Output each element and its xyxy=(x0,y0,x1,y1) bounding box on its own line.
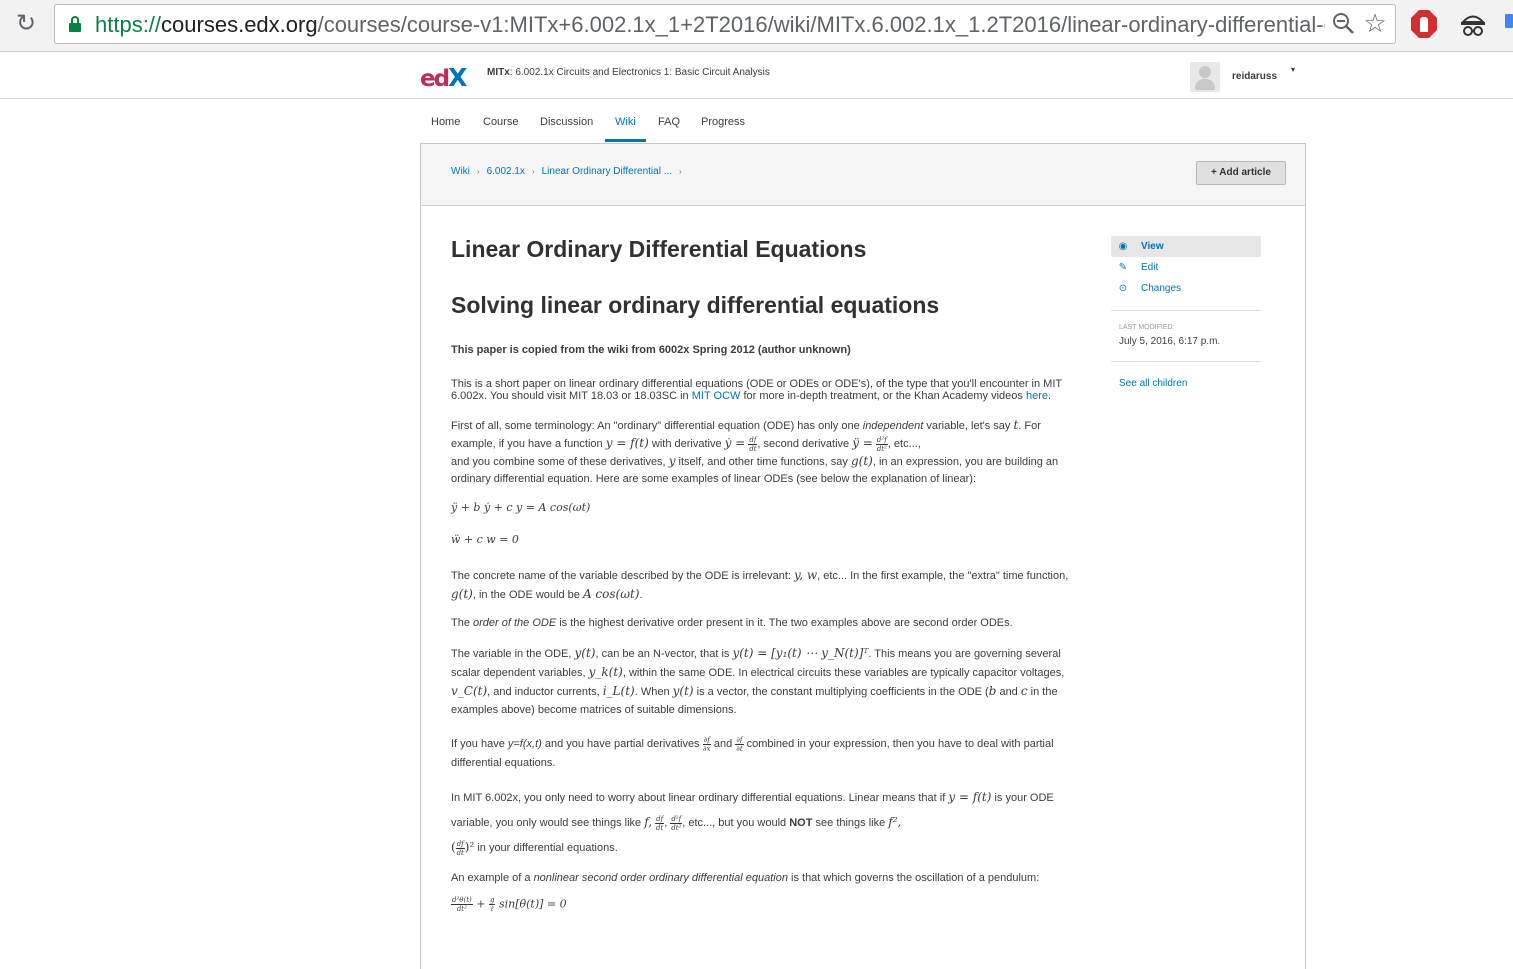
linear-paragraph: In MIT 6.002x, you only need to worry ab… xyxy=(451,790,1054,857)
wiki-panel: Wiki › 6.002.1x › Linear Ordinary Differenti… xyxy=(420,143,1306,969)
course-name: : 6.002.1x Circuits and Electronics 1: B… xyxy=(509,67,770,78)
article-title: Linear Ordinary Differential Equations xyxy=(451,236,867,262)
course-org: MITx xyxy=(487,67,510,78)
breadcrumb-bar: Wiki › 6.002.1x › Linear Ordinary Differenti… xyxy=(421,144,1305,206)
site-header: edX MITx: 6.002.1x Circuits and Electron… xyxy=(0,52,1513,99)
pencil-icon: ✎ xyxy=(1118,262,1128,273)
breadcrumb-article[interactable]: Linear Ordinary Differential ... xyxy=(542,166,672,177)
reload-icon[interactable]: ↻ xyxy=(12,10,40,38)
breadcrumb-course[interactable]: 6.002.1x xyxy=(487,166,525,177)
last-modified-label: LAST MODIFIED: xyxy=(1119,324,1175,331)
wiki-sidebar: ◉ View ✎ Edit ⊙ Changes LAST MODIFIED: July… xyxy=(1111,236,1261,389)
avatar[interactable] xyxy=(1190,62,1220,92)
tab-course[interactable]: Course xyxy=(483,108,518,142)
article-content: Linear Ordinary Differential Equations S… xyxy=(451,234,1081,913)
mit-ocw-link[interactable]: MIT OCW xyxy=(692,390,741,402)
url-text[interactable]: https://courses.edx.org/courses/course-v… xyxy=(95,12,1325,38)
username[interactable]: reidaruss xyxy=(1232,71,1277,82)
order-paragraph: The order of the ODE is the highest deri… xyxy=(451,617,1013,629)
khan-academy-link[interactable]: here xyxy=(1026,390,1048,402)
zoom-icon[interactable] xyxy=(1331,11,1357,37)
breadcrumb: Wiki › 6.002.1x › Linear Ordinary Differenti… xyxy=(451,166,689,177)
equation-2: ẅ + c w = 0 xyxy=(451,533,519,546)
see-all-children-link[interactable]: See all children xyxy=(1119,378,1187,389)
url-scheme: https:// xyxy=(95,12,162,37)
nonlinear-paragraph: An example of a nonlinear second order o… xyxy=(451,872,1040,884)
bookmark-star-icon[interactable]: ☆ xyxy=(1361,8,1389,38)
url-host: courses.edx.org xyxy=(161,12,318,37)
divider xyxy=(1111,361,1261,362)
clock-icon: ⊙ xyxy=(1118,283,1128,294)
sidebar-item-label: Changes xyxy=(1141,283,1182,294)
equation-3: d²θ(t) dt² + gℓ sin[θ(t)] = 0 xyxy=(451,896,567,913)
breadcrumb-wiki[interactable]: Wiki xyxy=(451,166,470,177)
add-article-button[interactable]: + Add article xyxy=(1196,161,1286,185)
equation-1: ÿ + b ẏ + c y = A cos(ωt) xyxy=(451,501,591,514)
edx-logo[interactable]: edX xyxy=(420,63,467,92)
partial-paragraph: If you have y=f(x,t) and you have partia… xyxy=(451,735,1054,769)
logo-letter-d: d xyxy=(433,66,451,92)
terminology-paragraph: First of all, some terminology: An "ordi… xyxy=(451,418,1059,485)
extension-icon[interactable] xyxy=(1505,14,1513,28)
url-path: /courses/course-v1:MITx+6.002.1x_1+2T201… xyxy=(317,12,1325,37)
tab-home[interactable]: Home xyxy=(431,108,460,142)
copied-note: This paper is copied from the wiki from … xyxy=(451,344,851,356)
article-subtitle: Solving linear ordinary differential equ… xyxy=(451,292,940,318)
eye-icon: ◉ xyxy=(1118,241,1128,252)
last-modified-value: July 5, 2016, 6:17 p.m. xyxy=(1119,336,1221,347)
sidebar-item-label: Edit xyxy=(1141,262,1159,273)
course-title: MITx: 6.002.1x Circuits and Electronics … xyxy=(487,67,770,78)
incognito-extension-icon[interactable] xyxy=(1458,9,1488,39)
variable-paragraph: The concrete name of the variable descri… xyxy=(451,568,1069,601)
sidebar-item-label: View xyxy=(1141,241,1164,252)
breadcrumb-separator: › xyxy=(531,167,535,176)
vector-paragraph: The variable in the ODE, y(t), can be an… xyxy=(451,646,1065,716)
sidebar-item-view[interactable]: ◉ View xyxy=(1111,236,1261,257)
breadcrumb-separator[interactable]: › xyxy=(679,167,682,176)
lock-icon xyxy=(69,16,81,32)
address-bar[interactable]: https://courses.edx.org/courses/course-v… xyxy=(54,4,1396,44)
breadcrumb-separator: › xyxy=(476,167,480,176)
logo-letter-x: X xyxy=(448,63,467,92)
user-menu-caret-icon[interactable]: ▾ xyxy=(1291,65,1295,74)
tab-faq[interactable]: FAQ xyxy=(658,108,680,142)
sidebar-item-edit[interactable]: ✎ Edit xyxy=(1111,257,1261,278)
browser-toolbar: ↻ https://courses.edx.org/courses/course… xyxy=(0,0,1513,52)
tab-wiki[interactable]: Wiki xyxy=(605,108,646,142)
adblock-extension-icon[interactable] xyxy=(1410,9,1438,39)
tab-progress[interactable]: Progress xyxy=(701,108,745,142)
logo-letter-e: e xyxy=(420,66,436,92)
tab-discussion[interactable]: Discussion xyxy=(540,108,593,142)
sidebar-item-changes[interactable]: ⊙ Changes xyxy=(1111,278,1261,299)
divider xyxy=(1111,310,1261,311)
intro-paragraph: This is a short paper on linear ordinary… xyxy=(451,378,1062,402)
